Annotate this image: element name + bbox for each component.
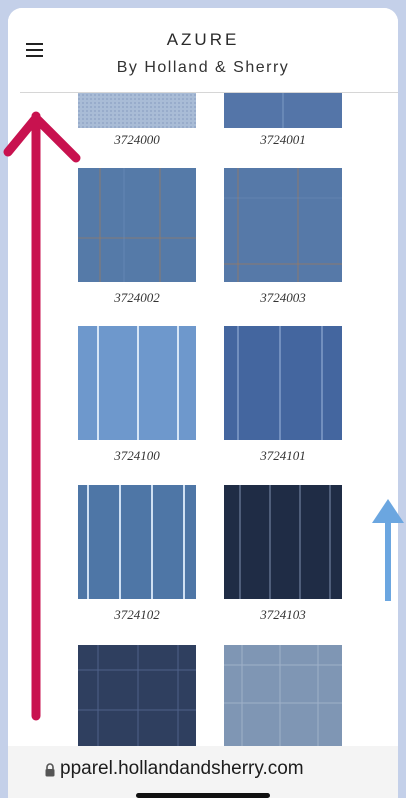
fabric-code: 3724101: [260, 448, 306, 463]
fabric-swatch-image: [78, 168, 196, 282]
home-indicator[interactable]: [136, 793, 270, 798]
menu-bar: [26, 55, 43, 57]
browser-address-bar[interactable]: pparel.hollandandsherry.com: [8, 746, 398, 798]
fabric-swatch-image: [224, 485, 342, 599]
lock-icon: [45, 763, 55, 777]
fabric-swatch-image: [224, 326, 342, 440]
url-text[interactable]: pparel.hollandandsherry.com: [60, 758, 304, 780]
scroll-up-small-arrow-icon: [372, 499, 404, 601]
fabric-swatch-3724002[interactable]: [78, 168, 196, 282]
fabric-swatch-3724101[interactable]: [224, 326, 342, 440]
fabric-swatch-3724102[interactable]: [78, 485, 196, 599]
fabric-code: 3724001: [260, 132, 306, 147]
site-header: AZURE By Holland & Sherry: [8, 8, 398, 92]
fabric-swatch-3724100[interactable]: [78, 326, 196, 440]
scroll-up-arrow-icon: [3, 111, 81, 721]
fabric-swatch[interactable]: [224, 645, 342, 759]
fabric-swatch-3724103[interactable]: [224, 485, 342, 599]
fabric-swatch-image: [224, 168, 342, 282]
fabric-swatch-image: [78, 645, 196, 759]
brand-subtitle: By Holland & Sherry: [116, 59, 290, 76]
fabric-swatch-3724003[interactable]: [224, 168, 342, 282]
fabric-swatch-image: [78, 326, 196, 440]
fabric-code: 3724103: [260, 607, 306, 622]
fabric-swatch[interactable]: [78, 645, 196, 759]
fabric-code: 3724003: [260, 290, 306, 305]
fabric-swatch-image: [224, 645, 342, 759]
fabric-swatch-image: [78, 485, 196, 599]
brand-title[interactable]: AZURE: [8, 30, 398, 50]
header-divider: [20, 92, 398, 93]
